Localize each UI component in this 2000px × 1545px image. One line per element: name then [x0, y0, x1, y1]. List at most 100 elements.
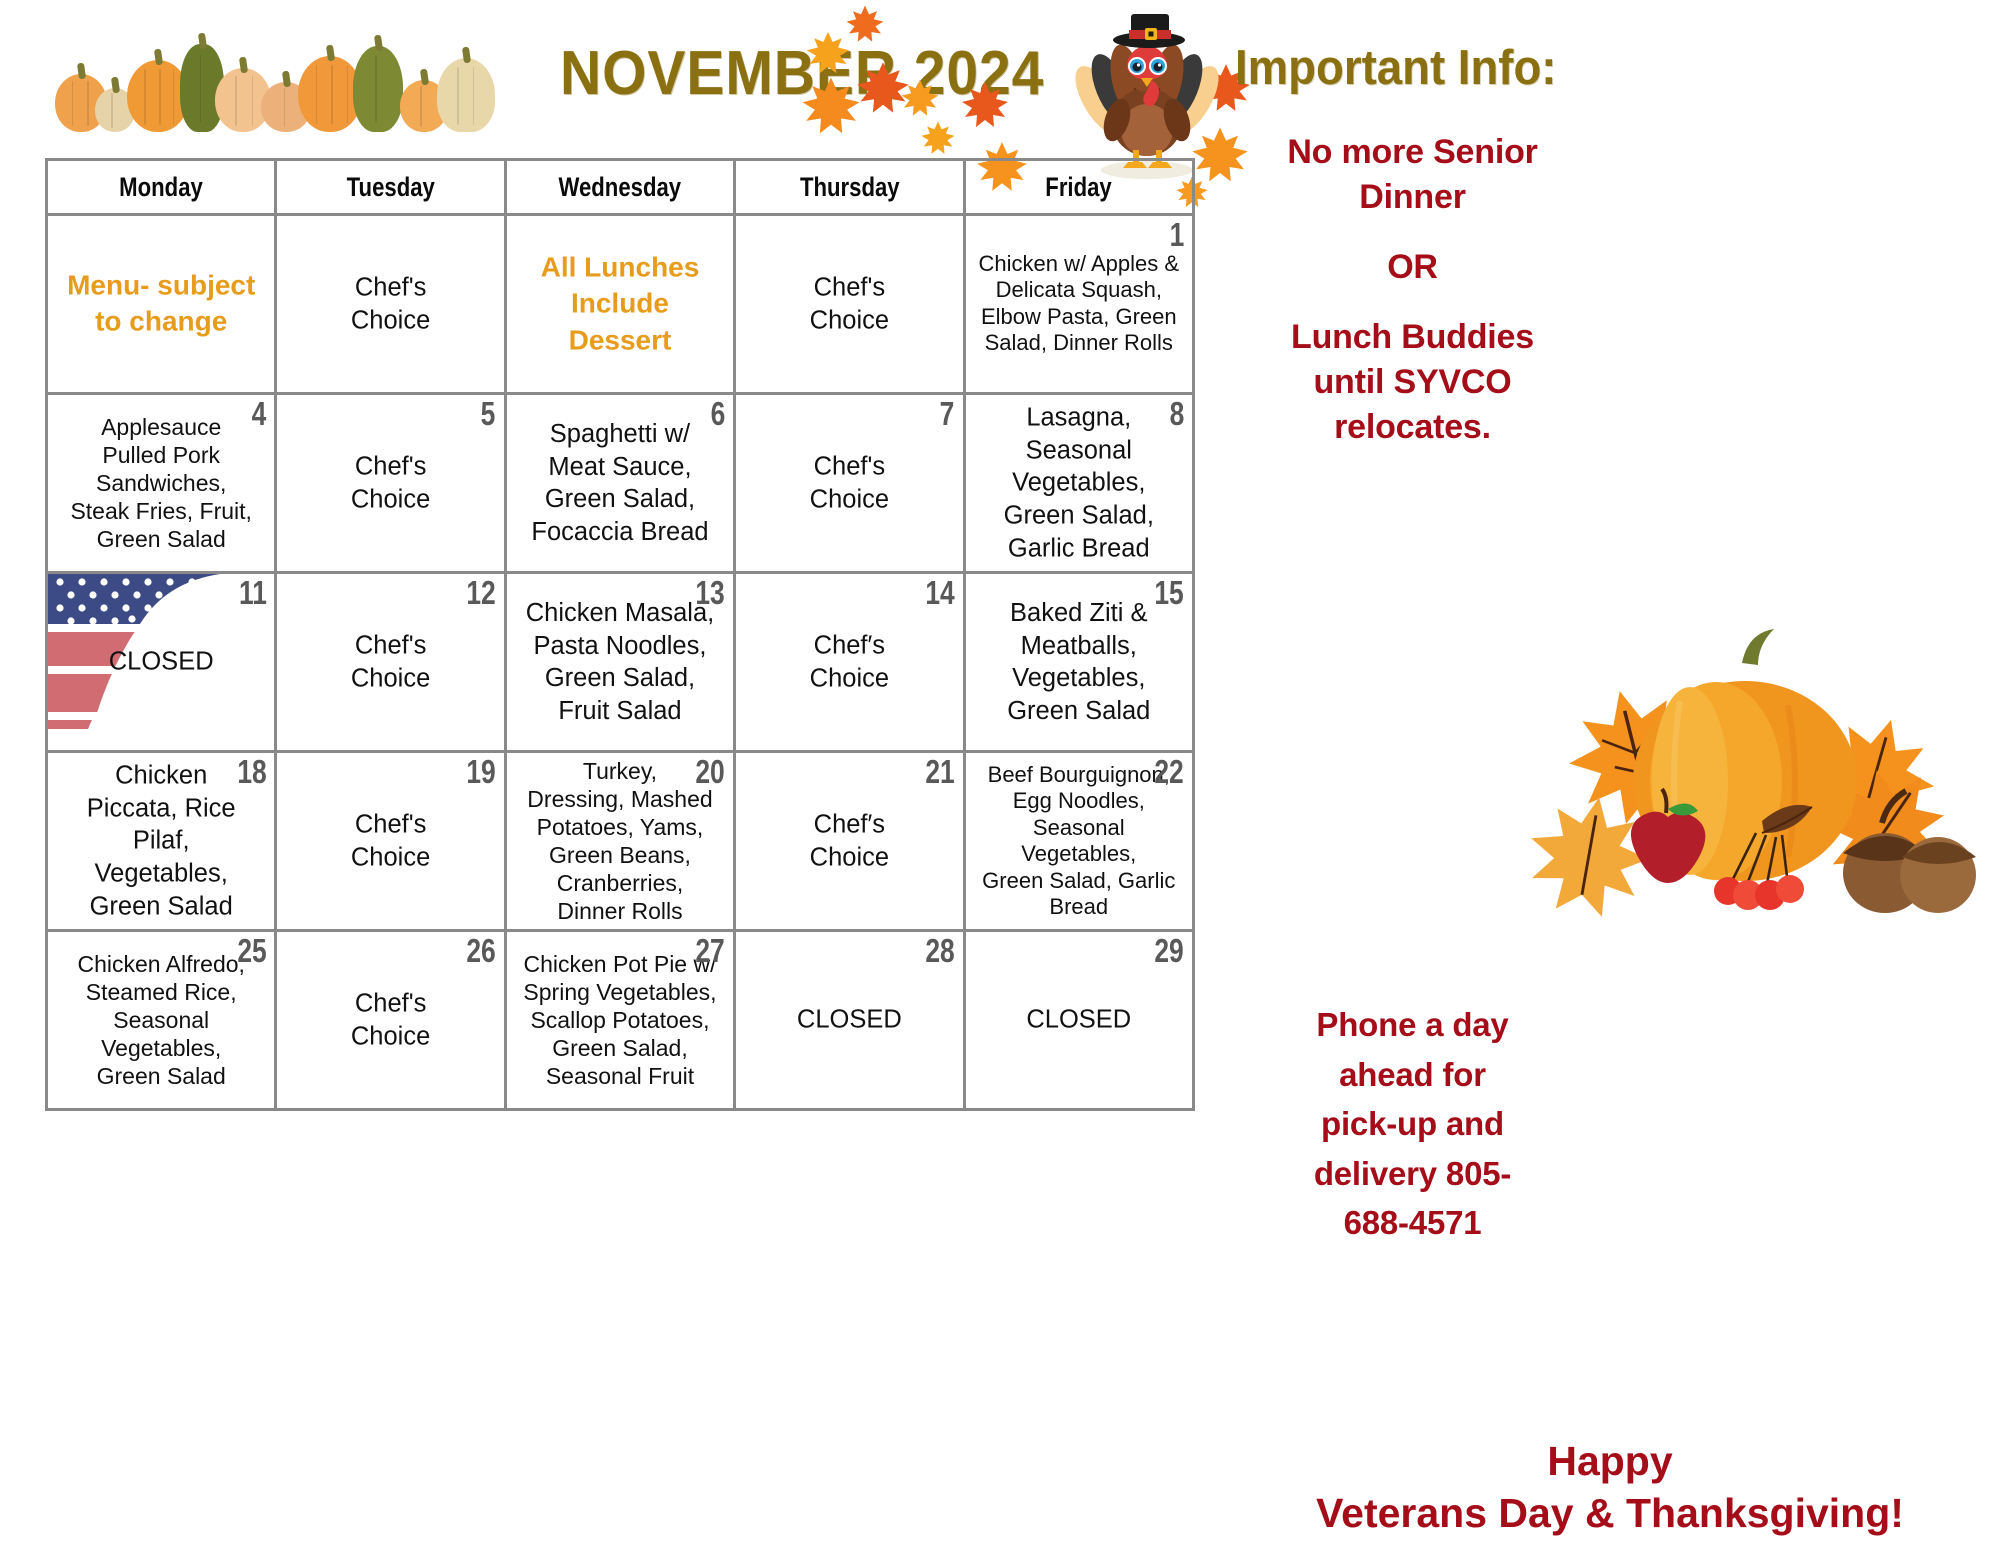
day-header-label: Thursday [799, 171, 900, 202]
calendar-week-row: Menu- subject to change Chef's Choice All … [44, 213, 1196, 395]
menu-text: Chef′s Choice [809, 810, 890, 871]
day-header-label: Friday [1045, 171, 1113, 202]
calendar-day-cell[interactable]: 29 CLOSED [962, 929, 1196, 1111]
day-header-thursday: Thursday [733, 158, 966, 216]
day-number: 27 [695, 932, 726, 969]
day-header-monday: Monday [44, 158, 278, 216]
menu-text: Chicken Masala, Pasta Noodles, Green Sal… [525, 598, 715, 725]
calendar-day-cell[interactable]: Chef's Choice [274, 213, 507, 395]
menu-text: All Lunches Include Dessert [540, 251, 700, 356]
calendar-week-row: 11 CLOSED 12 Chef's Choice 13 Chicken Masala,… [44, 571, 1196, 753]
calendar-week-row: 25 Chicken Alfredo, Steamed Rice, Seasona… [44, 929, 1196, 1111]
calendar-day-cell[interactable]: Menu- subject to change [44, 213, 278, 395]
day-header-tuesday: Tuesday [274, 158, 507, 216]
maple-leaf-icon [960, 80, 1010, 130]
menu-text: CLOSED [796, 1005, 902, 1034]
menu-text: Spaghetti w/ Meat Sauce, Green Salad, Fo… [531, 419, 709, 546]
day-number: 28 [925, 932, 955, 969]
day-number: 18 [237, 753, 267, 790]
calendar-day-cell[interactable]: 19 Chef's Choice [274, 750, 507, 932]
day-number: 8 [1169, 395, 1184, 432]
calendar-day-cell[interactable]: 13 Chicken Masala, Pasta Noodles, Green S… [503, 571, 737, 753]
calendar-day-cell[interactable]: 11 CLOSED [44, 571, 278, 753]
important-info-heading: Important Info: [1235, 41, 1557, 95]
turkey-icon [1075, 8, 1220, 183]
calendar-day-cell[interactable]: 26 Chef's Choice [274, 929, 507, 1111]
day-number: 22 [1154, 753, 1184, 790]
calendar-day-cell[interactable]: 15 Baked Ziti & Meatballs, Vegetables, Gr… [962, 571, 1196, 753]
calendar-page: NOVEMBER 2024 Monday Tuesday Wednesday T… [0, 0, 2000, 1545]
calendar-day-cell[interactable]: Chef's Choice [733, 213, 966, 395]
menu-calendar: Monday Tuesday Wednesday Thursday Friday… [44, 158, 1196, 1111]
day-number: 25 [237, 932, 267, 969]
menu-text: Chicken Pot Pie w/ Spring Vegetables, Sc… [523, 950, 717, 1090]
menu-text: Chef's Choice [350, 452, 431, 513]
calendar-day-cell[interactable]: 27 Chicken Pot Pie w/ Spring Vegetables, … [503, 929, 737, 1111]
info-lunch-buddies: Lunch Buddies until SYVCO relocates. [1291, 318, 1534, 446]
calendar-day-cell[interactable]: 12 Chef's Choice [274, 571, 507, 753]
calendar-day-cell[interactable]: 6 Spaghetti w/ Meat Sauce, Green Salad, F… [503, 392, 737, 574]
calendar-day-cell[interactable]: 22 Beef Bourguignon, Egg Noodles, Seasona… [962, 750, 1196, 932]
menu-text: Chef's Choice [350, 273, 431, 334]
calendar-day-cell[interactable]: 5 Chef's Choice [274, 392, 507, 574]
day-number: 21 [925, 753, 955, 790]
calendar-day-cell[interactable]: 20 Turkey, Dressing, Mashed Potatoes, Yam… [503, 750, 737, 932]
menu-text: Chef's Choice [350, 989, 431, 1050]
calendar-day-cell[interactable]: 7 Chef's Choice [733, 392, 966, 574]
calendar-day-cell[interactable]: 25 Chicken Alfredo, Steamed Rice, Seasona… [44, 929, 278, 1111]
calendar-day-cell[interactable]: 21 Chef′s Choice [733, 750, 966, 932]
calendar-week-row: 4 Applesauce Pulled Pork Sandwiches, Stea… [44, 392, 1196, 574]
menu-text: CLOSED [108, 647, 214, 676]
menu-text: Chicken Alfredo, Steamed Rice, Seasonal … [77, 950, 245, 1090]
day-number: 29 [1154, 932, 1184, 969]
day-header-label: Monday [119, 171, 204, 202]
day-header-friday: Friday [962, 158, 1196, 216]
menu-text: Chef′s Choice [809, 631, 890, 692]
day-number: 19 [466, 753, 496, 790]
phone-instructions: Phone a day ahead for pick-up and delive… [1313, 1006, 1512, 1241]
menu-text: CLOSED [1026, 1005, 1132, 1034]
menu-text: Chicken w/ Apples & Delicata Squash, Elb… [978, 251, 1180, 356]
maple-leaf-icon [845, 4, 885, 44]
day-number: 26 [466, 932, 496, 969]
calendar-day-cell[interactable]: 28 CLOSED [733, 929, 966, 1111]
maple-leaf-icon [920, 120, 956, 156]
day-number: 12 [466, 574, 496, 611]
day-number: 15 [1154, 574, 1184, 611]
maple-leaf-icon [800, 75, 862, 137]
day-number: 6 [710, 395, 726, 432]
menu-text: Chef's Choice [350, 810, 431, 871]
menu-text: Baked Ziti & Meatballs, Vegetables, Gree… [1007, 598, 1151, 725]
day-number: 5 [481, 395, 496, 432]
day-header-wednesday: Wednesday [503, 158, 737, 216]
calendar-day-cell[interactable]: 18 Chicken Piccata, Rice Pilaf, Vegetable… [44, 750, 278, 932]
day-number: 14 [925, 574, 955, 611]
info-no-senior-dinner: No more Senior Dinner [1287, 133, 1538, 216]
calendar-day-cell[interactable]: 8 Lasagna, Seasonal Vegetables, Green Sal… [962, 392, 1196, 574]
menu-text: Applesauce Pulled Pork Sandwiches, Steak… [70, 413, 252, 553]
calendar-week-row: 18 Chicken Piccata, Rice Pilaf, Vegetable… [44, 750, 1196, 932]
day-number: 7 [939, 395, 955, 432]
day-number: 20 [695, 753, 726, 790]
day-header-label: Wednesday [558, 171, 682, 202]
day-number: 11 [238, 574, 267, 611]
day-number: 13 [695, 574, 726, 611]
menu-text: Chef's Choice [809, 452, 890, 513]
maple-leaf-icon [900, 78, 940, 118]
day-number: 1 [1169, 216, 1184, 253]
menu-text: Menu- subject to change [67, 269, 256, 337]
holiday-greeting: Happy Veterans Day & Thanksgiving! [1316, 1438, 1904, 1537]
menu-text: Lasagna, Seasonal Vegetables, Green Sala… [1003, 403, 1154, 562]
autumn-arrangement-icon [1530, 585, 1990, 920]
info-or: OR [1387, 248, 1438, 286]
calendar-day-cell[interactable]: All Lunches Include Dessert [503, 213, 737, 395]
pumpkin-row-icon [55, 22, 530, 132]
calendar-day-cell[interactable]: 1 Chicken w/ Apples & Delicata Squash, El… [962, 213, 1196, 395]
menu-text: Chef's Choice [809, 273, 890, 334]
calendar-header-row: Monday Tuesday Wednesday Thursday Friday [44, 158, 1196, 216]
day-number: 4 [251, 395, 267, 432]
calendar-day-cell[interactable]: 4 Applesauce Pulled Pork Sandwiches, Stea… [44, 392, 278, 574]
menu-text: Chef's Choice [350, 631, 431, 692]
calendar-day-cell[interactable]: 14 Chef′s Choice [733, 571, 966, 753]
day-header-label: Tuesday [346, 171, 435, 202]
